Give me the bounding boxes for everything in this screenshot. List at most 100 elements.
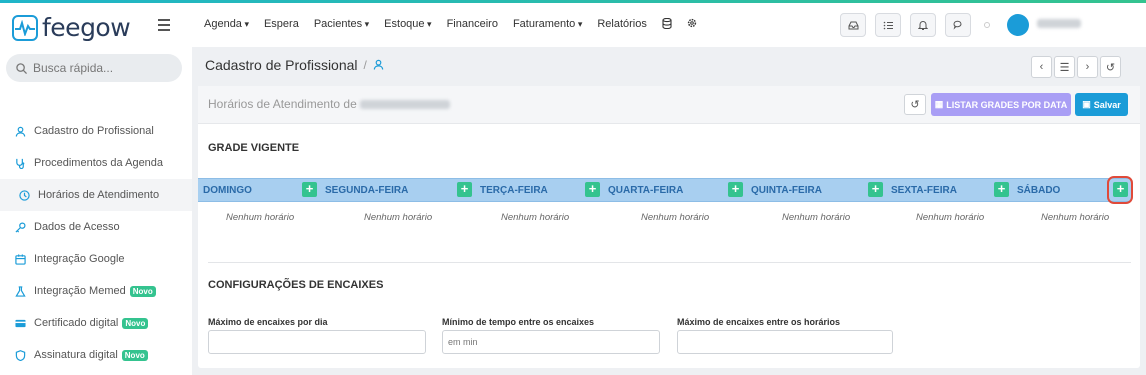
empty-tuesday: Nenhum horário [501, 212, 570, 223]
sidebar-item-dados-acesso[interactable]: Dados de Acesso [0, 211, 192, 243]
day-sunday: DOMINGO [203, 185, 252, 196]
logo-text: feegow [42, 13, 131, 42]
empty-monday: Nenhum horário [364, 212, 433, 223]
logo[interactable]: feegow [12, 13, 131, 42]
top-bar: Agenda Espera Pacientes Estoque Financei… [192, 3, 1146, 47]
list-schedules-button[interactable]: ▦ LISTAR GRADES POR DATA [931, 93, 1071, 116]
nav-faturamento[interactable]: Faturamento [513, 18, 582, 32]
nav-financeiro[interactable]: Financeiro [447, 18, 498, 32]
nav-estoque[interactable]: Estoque [384, 18, 431, 32]
hamburger-menu-icon[interactable] [158, 19, 170, 34]
database-icon[interactable] [662, 17, 672, 32]
breadcrumb: Cadastro de Profissional / [205, 57, 384, 73]
sidebar-item-horarios[interactable]: Horários de Atendimento [0, 179, 192, 211]
add-monday-button[interactable]: + [457, 182, 472, 197]
sidebar-item-label: Integração Google [34, 253, 125, 265]
sidebar-item-label: Horários de Atendimento [38, 189, 160, 201]
user-icon [15, 126, 26, 137]
bell-icon[interactable] [910, 13, 936, 37]
new-badge: Novo [121, 349, 148, 361]
day-thursday: QUINTA-FEIRA [751, 185, 822, 196]
sidebar-item-label: Assinatura digital [34, 349, 118, 361]
sidebar-item-label: Certificado digital [34, 317, 119, 329]
search-placeholder: Busca rápida... [33, 61, 114, 75]
nav-agenda[interactable]: Agenda [204, 18, 249, 32]
history-icon[interactable]: ↺ [1100, 56, 1121, 78]
sidebar-item-certificado[interactable]: Certificado digital Novo [0, 307, 192, 339]
key-icon [15, 222, 26, 233]
main-nav: Agenda Espera Pacientes Estoque Financei… [204, 17, 697, 32]
empty-wednesday: Nenhum horário [641, 212, 710, 223]
sidebar-item-label: Procedimentos da Agenda [34, 157, 164, 169]
search-icon [16, 62, 27, 74]
sidebar-menu: Cadastro do Profissional Procedimentos d… [0, 115, 192, 371]
logo-icon [12, 14, 38, 41]
chat-icon[interactable] [945, 13, 971, 37]
user-name-redacted[interactable] [1037, 19, 1081, 28]
history-button[interactable]: ↺ [904, 94, 926, 115]
status-dot [984, 22, 990, 28]
sidebar-item-procedimentos[interactable]: Procedimentos da Agenda [0, 147, 192, 179]
day-saturday: SÁBADO [1017, 185, 1061, 196]
credit-card-icon [15, 318, 26, 329]
sidebar: feegow Busca rápida... Cadastro do Profi… [0, 3, 192, 375]
max-between-label: Máximo de encaixes entre os horários [677, 317, 841, 327]
add-sunday-button[interactable]: + [302, 182, 317, 197]
stethoscope-icon [15, 158, 26, 169]
save-button[interactable]: ▣ Salvar [1075, 93, 1128, 116]
section-divider [208, 262, 1131, 263]
breadcrumb-separator: / [363, 58, 367, 72]
record-pager: ‹ ☰ › ↺ [1029, 56, 1121, 78]
nav-pacientes[interactable]: Pacientes [314, 18, 369, 32]
new-badge: Novo [122, 317, 149, 329]
section-title-encaixes: CONFIGURAÇÕES DE ENCAIXES [208, 279, 384, 291]
max-between-input[interactable] [677, 330, 893, 354]
card-header: Horários de Atendimento de ↺ ▦ LISTAR GR… [198, 86, 1140, 124]
card-title: Horários de Atendimento de [208, 97, 451, 111]
add-tuesday-button[interactable]: + [585, 182, 600, 197]
min-time-input[interactable] [442, 330, 660, 354]
day-tuesday: TERÇA-FEIRA [480, 185, 548, 196]
day-wednesday: QUARTA-FEIRA [608, 185, 684, 196]
max-per-day-label: Máximo de encaixes por dia [208, 317, 328, 327]
sidebar-item-google[interactable]: Integração Google [0, 243, 192, 275]
inbox-icon[interactable] [840, 13, 866, 37]
professional-name-redacted [360, 100, 451, 110]
flask-icon [15, 285, 26, 297]
sidebar-item-label: Integração Memed [34, 285, 126, 297]
day-friday: SEXTA-FEIRA [891, 185, 957, 196]
save-icon: ▣ [1082, 99, 1091, 109]
page-title: Cadastro de Profissional [205, 57, 358, 73]
calendar-icon: ▦ [934, 99, 944, 109]
empty-thursday: Nenhum horário [782, 212, 851, 223]
nav-espera[interactable]: Espera [264, 18, 299, 32]
next-record-button[interactable]: › [1077, 56, 1098, 78]
sidebar-item-label: Cadastro do Profissional [34, 125, 154, 137]
user-icon[interactable] [373, 57, 384, 73]
checklist-icon[interactable] [875, 13, 901, 37]
sidebar-item-cadastro[interactable]: Cadastro do Profissional [0, 115, 192, 147]
max-per-day-input[interactable] [208, 330, 426, 354]
add-thursday-button[interactable]: + [868, 182, 883, 197]
clock-icon [19, 189, 30, 201]
search-bar[interactable]: Busca rápida... [6, 54, 182, 82]
calendar-icon [15, 253, 26, 265]
sidebar-item-memed[interactable]: Integração Memed Novo [0, 275, 192, 307]
avatar[interactable] [1007, 14, 1029, 36]
previous-record-button[interactable]: ‹ [1031, 56, 1052, 78]
section-title-grade: GRADE VIGENTE [208, 142, 300, 154]
empty-friday: Nenhum horário [916, 212, 985, 223]
nav-relatorios[interactable]: Relatórios [597, 18, 647, 32]
empty-saturday: Nenhum horário [1041, 212, 1110, 223]
add-wednesday-button[interactable]: + [728, 182, 743, 197]
sidebar-item-label: Dados de Acesso [34, 221, 120, 233]
sidebar-item-assinatura[interactable]: Assinatura digital Novo [0, 339, 192, 371]
schedule-card: Horários de Atendimento de ↺ ▦ LISTAR GR… [198, 86, 1140, 368]
gear-icon[interactable] [687, 18, 697, 32]
day-monday: SEGUNDA-FEIRA [325, 185, 409, 196]
add-friday-button[interactable]: + [994, 182, 1009, 197]
shield-icon [15, 349, 26, 361]
empty-sunday: Nenhum horário [226, 212, 295, 223]
min-time-label: Mínimo de tempo entre os encaixes [442, 317, 595, 327]
list-icon[interactable]: ☰ [1054, 56, 1075, 78]
